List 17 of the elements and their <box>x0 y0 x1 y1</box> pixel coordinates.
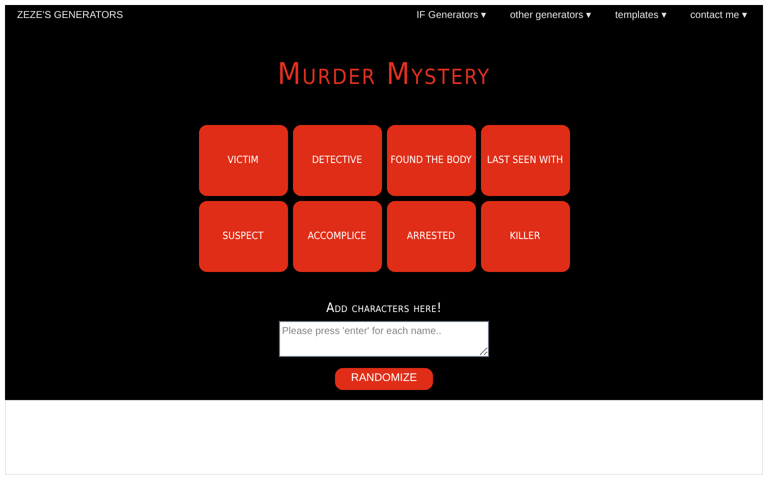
nav-menu[interactable]: templates ▾ <box>615 8 666 22</box>
role-button[interactable]: FOUND THE BODY <box>386 125 476 196</box>
characters-field[interactable]: Please press 'enter' for each name.. <box>279 320 489 356</box>
characters-label: Add characters here! <box>326 300 442 318</box>
role-button[interactable]: ARRESTED <box>386 201 476 272</box>
role-button[interactable]: KILLER <box>480 201 570 272</box>
site-brand[interactable]: ZEZE'S GENERATORS <box>17 8 124 22</box>
role-button[interactable]: SUSPECT <box>198 201 288 272</box>
page-title: Murder Mystery <box>277 56 491 94</box>
role-button[interactable]: VICTIM <box>198 125 288 196</box>
role-button[interactable]: DETECTIVE <box>292 125 382 196</box>
nav-menu[interactable]: IF Generators ▾ <box>416 8 486 22</box>
role-button[interactable]: LAST SEEN WITH <box>480 125 570 196</box>
nav-menu[interactable]: contact me ▾ <box>690 8 747 22</box>
nav-menu[interactable]: other generators ▾ <box>510 8 592 22</box>
role-button[interactable]: ACCOMPLICE <box>292 201 382 272</box>
randomize-button[interactable]: RANDOMIZE <box>335 368 433 390</box>
